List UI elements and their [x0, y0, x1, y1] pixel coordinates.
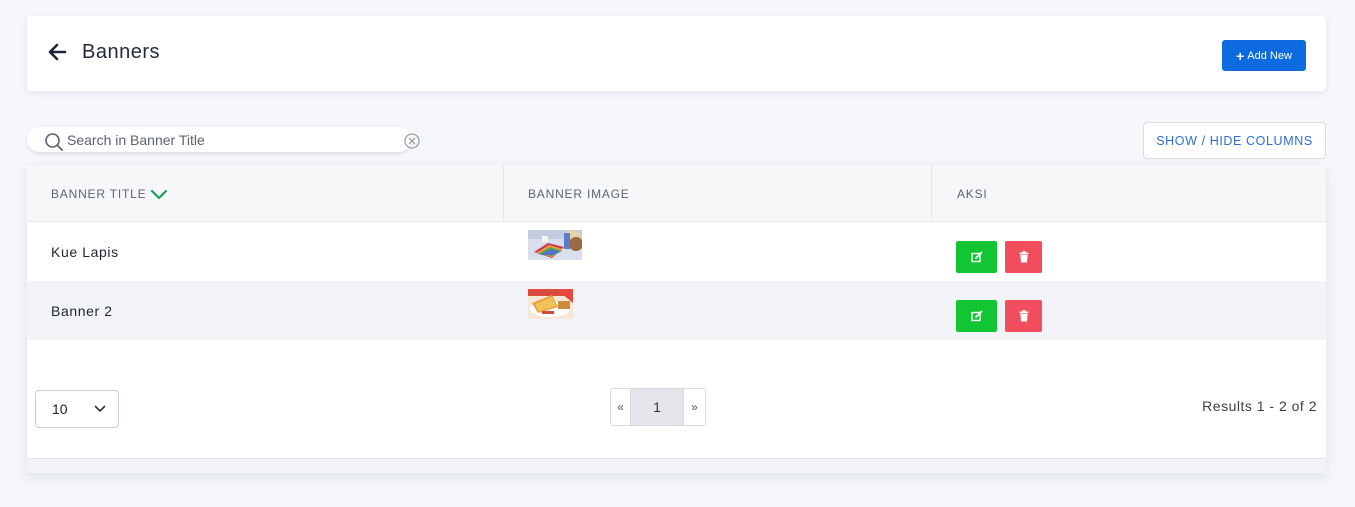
column-header-banner-image: BANNER IMAGE	[528, 186, 630, 201]
banner-image-thumbnail	[528, 230, 582, 260]
horizontal-scrollbar[interactable]	[27, 458, 1326, 473]
show-hide-columns-button[interactable]: SHOW / HIDE COLUMNS	[1143, 122, 1326, 159]
search-icon	[45, 133, 63, 151]
per-page-select[interactable]: 10	[35, 390, 119, 428]
column-header-label: BANNER TITLE	[51, 186, 147, 201]
banner-title-cell: Banner 2	[51, 302, 113, 319]
pagination-prev[interactable]: «	[611, 389, 631, 425]
banner-image-thumbnail	[528, 289, 573, 319]
header-card: Banners + Add New	[27, 16, 1326, 91]
table-row: Kue Lapis	[27, 222, 1326, 281]
add-new-label: Add New	[1247, 49, 1292, 62]
pagination-page-1[interactable]: 1	[631, 389, 683, 425]
column-header-banner-title[interactable]: BANNER TITLE	[51, 165, 168, 222]
edit-icon	[970, 251, 982, 263]
pagination: « 1 »	[610, 388, 706, 426]
plus-icon: +	[1236, 47, 1245, 64]
back-arrow-icon[interactable]	[47, 42, 67, 62]
trash-icon	[1019, 310, 1028, 322]
banners-table: BANNER TITLE BANNER IMAGE AKSI Kue Lapis	[27, 165, 1326, 473]
per-page-value: 10	[52, 401, 68, 417]
page-title: Banners	[82, 41, 160, 63]
clear-search-icon[interactable]	[403, 132, 421, 150]
pagination-next[interactable]: »	[683, 389, 705, 425]
add-new-button[interactable]: + Add New	[1222, 40, 1306, 71]
chevron-down-icon[interactable]	[150, 188, 168, 200]
delete-button[interactable]	[1005, 241, 1042, 273]
banner-title-cell: Kue Lapis	[51, 243, 119, 260]
trash-icon	[1019, 251, 1028, 263]
search-box	[27, 127, 420, 152]
table-row: Banner 2	[27, 281, 1326, 340]
edit-button[interactable]	[956, 300, 997, 332]
column-header-aksi: AKSI	[957, 186, 988, 201]
results-summary: Results 1 - 2 of 2	[1202, 398, 1317, 414]
table-header: BANNER TITLE BANNER IMAGE AKSI	[27, 165, 1326, 222]
delete-button[interactable]	[1005, 300, 1042, 332]
chevron-down-icon	[94, 405, 106, 412]
search-input[interactable]	[67, 131, 367, 149]
edit-icon	[970, 310, 982, 322]
edit-button[interactable]	[956, 241, 997, 273]
